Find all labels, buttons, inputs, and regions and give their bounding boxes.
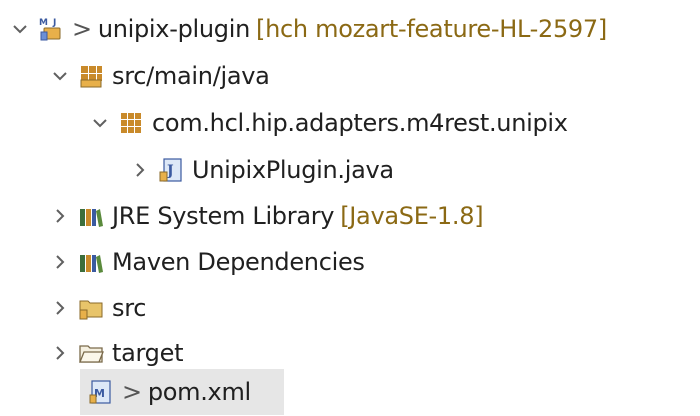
maven-dependencies-name: Maven Dependencies [112, 248, 365, 276]
library-icon [78, 203, 104, 229]
source-folder-name: src/main/java [112, 62, 270, 90]
project-prefix: > [72, 15, 92, 43]
java-file-name: UnipixPlugin.java [192, 156, 394, 184]
jre-library-decoration: [JavaSE-1.8] [340, 202, 484, 230]
svg-text:J: J [52, 18, 56, 28]
maven-project-icon: M J [38, 16, 64, 42]
svg-text:M: M [39, 18, 48, 28]
chevron-right-icon[interactable] [48, 296, 72, 320]
pom-name: pom.xml [147, 378, 251, 406]
tree-item-src[interactable]: src [0, 285, 146, 331]
tree-item-unipix-plugin[interactable]: M J > unipix-plugin [hch mozart-feature-… [0, 6, 607, 52]
source-folder-icon [78, 63, 104, 89]
tree-item-java-file[interactable]: J UnipixPlugin.java [0, 147, 394, 193]
project-git-decoration: [hch mozart-feature-HL-2597] [256, 15, 607, 43]
chevron-right-icon[interactable] [48, 250, 72, 274]
chevron-down-icon[interactable] [8, 17, 32, 41]
chevron-right-icon[interactable] [48, 341, 72, 365]
chevron-down-icon[interactable] [48, 64, 72, 88]
chevron-right-icon[interactable] [48, 204, 72, 228]
package-name: com.hcl.hip.adapters.m4rest.unipix [152, 109, 568, 137]
tree-item-pom-xml[interactable]: M > pom.xml [80, 369, 284, 415]
package-icon [118, 110, 144, 136]
target-folder-name: target [112, 339, 184, 367]
library-icon [78, 249, 104, 275]
jre-library-name: JRE System Library [112, 202, 335, 230]
folder-icon [78, 340, 104, 366]
chevron-right-icon[interactable] [128, 158, 152, 182]
java-file-icon: J [158, 157, 184, 183]
src-folder-name: src [112, 294, 147, 322]
folder-icon [78, 295, 104, 321]
project-name: unipix-plugin [97, 15, 250, 43]
tree-item-src-main-java[interactable]: src/main/java [0, 53, 270, 99]
maven-pom-icon: M [88, 379, 114, 405]
tree-item-package[interactable]: com.hcl.hip.adapters.m4rest.unipix [0, 100, 568, 146]
package-explorer-tree: M J > unipix-plugin [hch mozart-feature-… [0, 0, 700, 416]
pom-prefix: > [122, 378, 142, 406]
chevron-down-icon[interactable] [88, 111, 112, 135]
tree-item-maven-dependencies[interactable]: Maven Dependencies [0, 239, 365, 285]
tree-item-jre-library[interactable]: JRE System Library [JavaSE-1.8] [0, 193, 484, 239]
